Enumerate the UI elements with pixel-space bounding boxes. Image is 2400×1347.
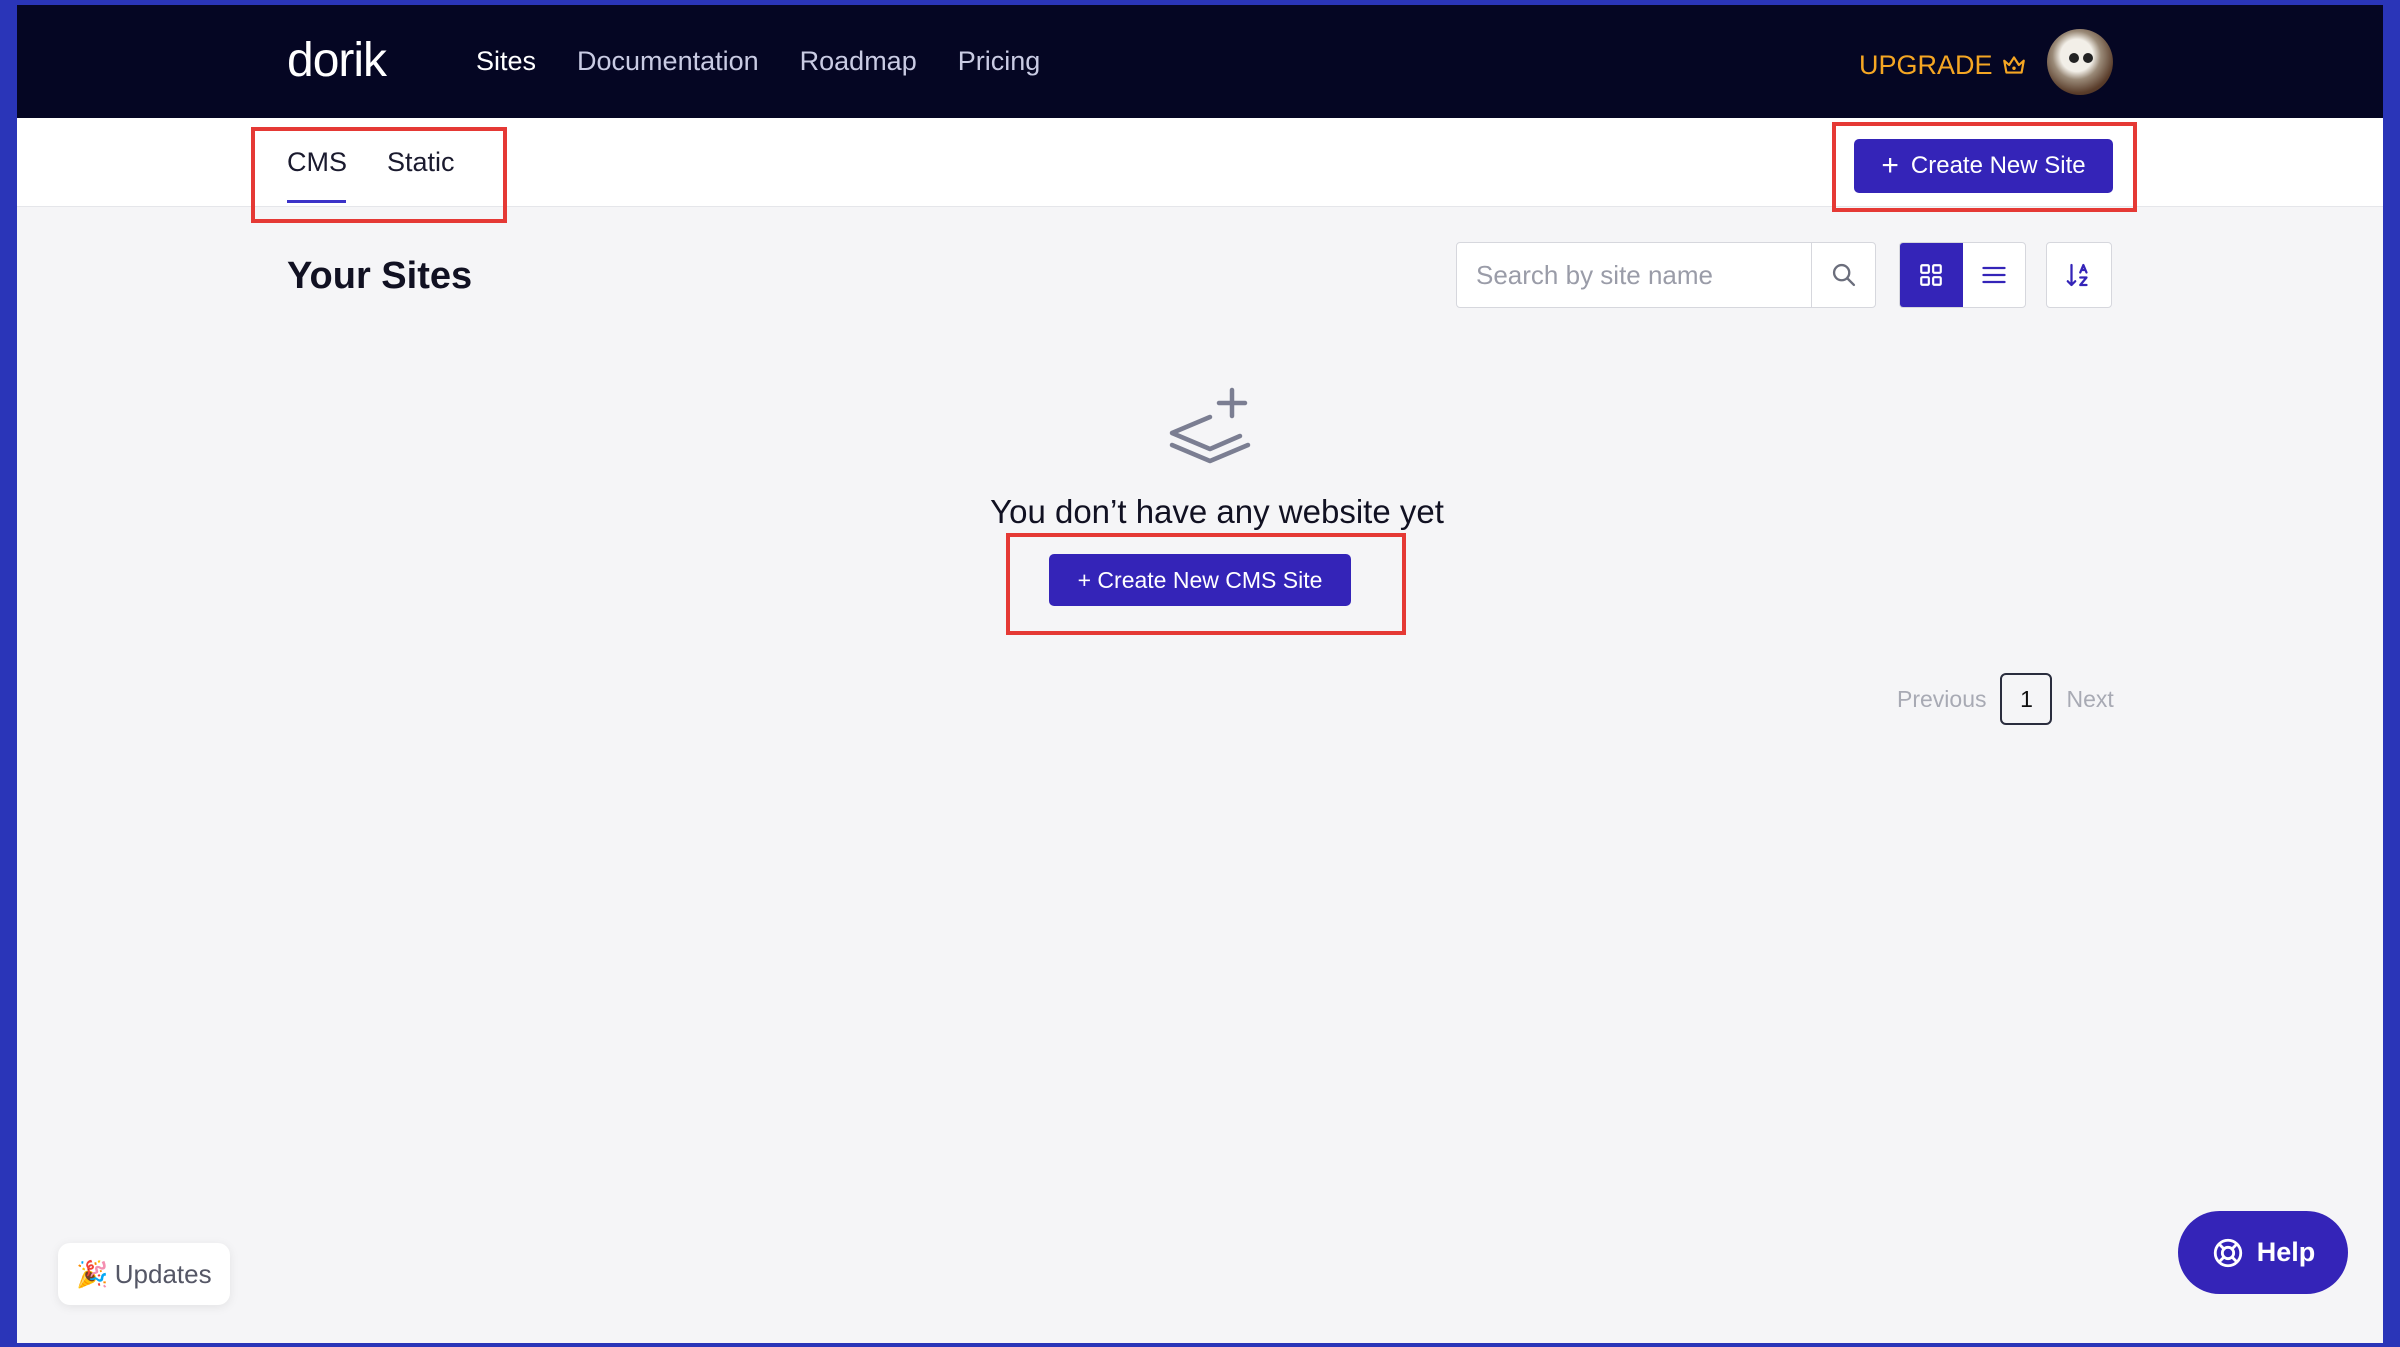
nav-pricing[interactable]: Pricing: [958, 46, 1041, 77]
site-search: [1456, 242, 1876, 308]
grid-view-button[interactable]: [1900, 243, 1963, 307]
user-avatar[interactable]: [2047, 29, 2113, 95]
lifebuoy-icon: [2213, 1238, 2242, 1267]
crown-icon: [2002, 56, 2025, 74]
updates-label: Updates: [114, 1258, 212, 1289]
list-icon: [1982, 266, 2006, 284]
empty-state-message: You don’t have any website yet: [990, 493, 1444, 530]
sort-button[interactable]: [2046, 242, 2112, 308]
help-label: Help: [2256, 1237, 2316, 1267]
pagination-next[interactable]: Next: [2066, 686, 2113, 713]
pagination-previous[interactable]: Previous: [1897, 686, 1986, 713]
upgrade-label: UPGRADE: [1859, 49, 1993, 80]
party-popper-icon: 🎉: [76, 1258, 109, 1289]
sort-az-icon: [2066, 263, 2088, 287]
main-nav: Sites Documentation Roadmap Pricing: [476, 5, 1040, 118]
view-toggle: [1899, 242, 2026, 308]
dorik-logo[interactable]: dorik: [287, 35, 387, 87]
search-button[interactable]: [1811, 243, 1875, 307]
page-title: Your Sites: [287, 255, 473, 297]
pagination-page-current[interactable]: 1: [2000, 673, 2053, 725]
app-window: dorik Sites Documentation Roadmap Pricin…: [17, 5, 2383, 1343]
list-view-button[interactable]: [1963, 243, 2026, 307]
updates-button[interactable]: 🎉 Updates: [58, 1243, 230, 1305]
top-navbar: dorik Sites Documentation Roadmap Pricin…: [17, 5, 2383, 118]
search-icon: [1832, 263, 1855, 287]
annotation-box-create-site: [1832, 122, 2137, 212]
create-new-cms-site-button[interactable]: + Create New CMS Site: [1049, 554, 1351, 606]
pagination: Previous 1 Next: [1897, 673, 2114, 725]
upgrade-link[interactable]: UPGRADE: [1859, 45, 2027, 85]
annotation-box-tabs: [251, 127, 507, 223]
layers-plus-icon: [1169, 387, 1251, 464]
nav-roadmap[interactable]: Roadmap: [800, 46, 917, 77]
nav-documentation[interactable]: Documentation: [577, 46, 759, 77]
grid-icon: [1920, 264, 1943, 286]
nav-sites[interactable]: Sites: [476, 46, 536, 77]
help-button[interactable]: Help: [2178, 1211, 2348, 1294]
search-input[interactable]: [1457, 243, 1811, 307]
